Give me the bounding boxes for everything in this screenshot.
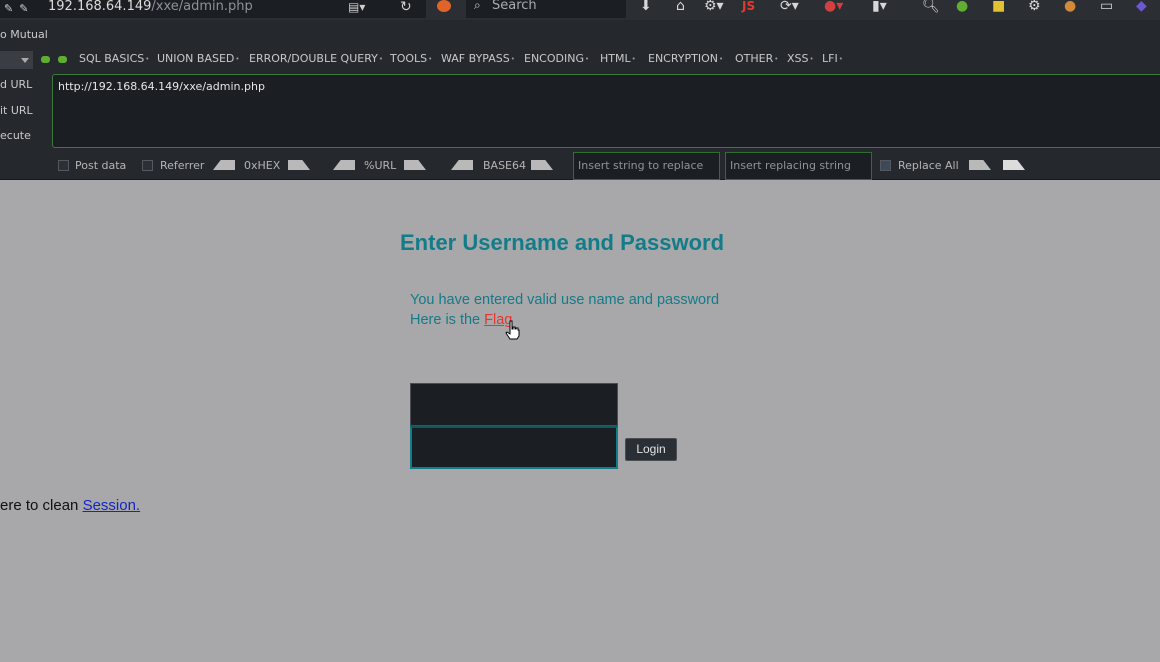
split-url-button[interactable]: it URL (0, 104, 33, 117)
url-decode-arrow-icon[interactable] (333, 160, 355, 170)
menu-encoding[interactable]: ENCODING (524, 52, 589, 66)
magnifier-icon[interactable]: 🔍︎ (922, 0, 940, 14)
home-icon[interactable]: ⌂ (676, 0, 685, 14)
layers-icon[interactable]: ◆ (1136, 0, 1147, 14)
hackbar-menu: SQL BASICS UNION BASED ERROR/DOUBLE QUER… (0, 51, 1160, 69)
post-data-label: Post data (75, 159, 127, 172)
site-info-icons[interactable]: ✎✎ (4, 2, 34, 15)
js-toggle-icon[interactable]: JS (742, 0, 755, 14)
base64-decode-arrow-icon[interactable] (451, 160, 473, 170)
username-input[interactable] (410, 383, 618, 426)
search-icon: ⌕ (474, 0, 481, 12)
session-link[interactable]: Session. (83, 497, 141, 514)
base64-encode-arrow-icon[interactable] (531, 160, 553, 170)
referrer-checkbox[interactable] (142, 160, 153, 171)
clean-session-text: ere to clean Session. (0, 497, 141, 514)
menu-sql-basics[interactable]: SQL BASICS (79, 52, 149, 66)
valid-credentials-message: You have entered valid use name and pass… (410, 292, 720, 308)
base64-label: BASE64 (483, 159, 527, 172)
referrer-label: Referrer (160, 159, 205, 172)
hackbar-options: Post data Referrer 0xHEX %URL BASE64 Ins… (0, 152, 1160, 180)
replace-all-label: Replace All (898, 159, 959, 172)
hackbar-icon[interactable]: ■ (992, 0, 1005, 14)
replace-left-arrow-icon[interactable] (969, 160, 991, 170)
network-icon[interactable]: ▤▾ (348, 0, 365, 14)
url-encode-arrow-icon[interactable] (404, 160, 426, 170)
hackbar-url-textarea[interactable]: http://192.168.64.149/xxe/admin.php (52, 74, 1160, 148)
plus-icon[interactable] (58, 56, 67, 63)
menu-html[interactable]: HTML (600, 52, 636, 66)
menu-tools[interactable]: TOOLS (390, 52, 432, 66)
wappalyzer-icon[interactable]: ● (956, 0, 968, 14)
login-button[interactable]: Login (625, 438, 677, 461)
menu-other[interactable]: OTHER (735, 52, 778, 66)
gear-icon[interactable]: ⚙ (1028, 0, 1041, 14)
hand-cursor-icon (505, 320, 520, 340)
flag-message: Here is the Flag (410, 312, 513, 328)
menu-xss[interactable]: XSS (787, 52, 814, 66)
replace-right-arrow-icon[interactable] (1003, 160, 1025, 170)
puzzle-icon[interactable]: ▮▾ (872, 0, 887, 14)
hex-encode-arrow-icon[interactable] (288, 160, 310, 170)
password-input[interactable] (410, 426, 618, 469)
replacing-string-input[interactable]: Insert replacing string (725, 152, 872, 180)
proxy-dropdown-icon[interactable]: ⟳▾ (780, 0, 799, 14)
minus-icon[interactable] (41, 56, 50, 63)
menu-waf-bypass[interactable]: WAF BYPASS (441, 52, 515, 66)
address-bar[interactable]: ✎✎ 192.168.64.149/xxe/admin.php ▤▾ ↻ (0, 0, 426, 18)
cookie-icon[interactable]: ● (1064, 0, 1076, 14)
hex-decode-arrow-icon[interactable] (213, 160, 235, 170)
menu-error-double-query[interactable]: ERROR/DOUBLE QUERY (249, 52, 383, 66)
browser-toolbar: ✎✎ 192.168.64.149/xxe/admin.php ▤▾ ↻ ⌕ S… (0, 0, 1160, 20)
post-data-checkbox[interactable] (58, 160, 69, 171)
search-input[interactable]: ⌕ Search (466, 0, 626, 18)
hackbar-select[interactable] (0, 51, 33, 69)
url-encode-label: %URL (364, 159, 397, 172)
record-dropdown-icon[interactable]: ●▾ (824, 0, 843, 14)
extension-ball-icon[interactable] (437, 0, 451, 12)
hackbar-title: o Mutual (0, 28, 48, 41)
screen-icon[interactable]: ▭ (1100, 0, 1113, 14)
menu-lfi[interactable]: LFI (822, 52, 843, 66)
replace-all-checkbox[interactable] (880, 160, 891, 171)
execute-button[interactable]: ecute (0, 129, 31, 142)
hex-label: 0xHEX (244, 159, 281, 172)
load-url-button[interactable]: d URL (0, 78, 32, 91)
hackbar-panel: o Mutual SQL BASICS UNION BASED ERROR/DO… (0, 20, 1160, 180)
page-title: Enter Username and Password (400, 230, 725, 255)
download-icon[interactable]: ⬇ (640, 0, 652, 14)
replace-string-input[interactable]: Insert string to replace (573, 152, 720, 180)
settings-dropdown-icon[interactable]: ⚙▾ (704, 0, 724, 14)
address-bar-url[interactable]: 192.168.64.149/xxe/admin.php (48, 0, 253, 14)
menu-encryption[interactable]: ENCRYPTION (648, 52, 723, 66)
reload-icon[interactable]: ↻ (400, 0, 412, 15)
menu-union-based[interactable]: UNION BASED (157, 52, 240, 66)
